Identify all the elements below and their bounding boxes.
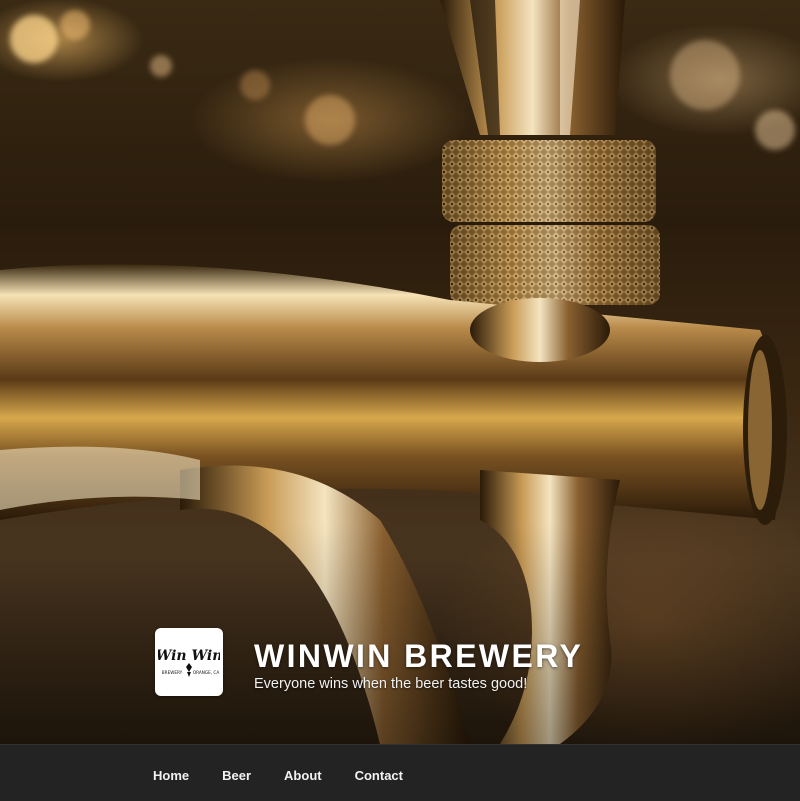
winwin-logo-icon: Win Win BREWERY ORANGE, CA xyxy=(158,648,220,677)
logo-script-text: Win Win xyxy=(158,648,220,664)
site-title[interactable]: WINWIN BREWERY xyxy=(254,638,583,674)
nav-item-home[interactable]: Home xyxy=(153,764,189,783)
main-navigation: Home Beer About Contact xyxy=(0,744,800,801)
site-tagline: Everyone wins when the beer tastes good! xyxy=(254,676,528,692)
site-text: WINWIN BREWERY Everyone wins when the be… xyxy=(254,638,583,692)
nav-item-contact[interactable]: Contact xyxy=(355,764,403,783)
site-logo[interactable]: Win Win BREWERY ORANGE, CA xyxy=(155,628,223,696)
logo-sub-left: BREWERY xyxy=(162,670,183,675)
hop-icon xyxy=(186,663,192,677)
logo-sub-right: ORANGE, CA xyxy=(193,670,220,675)
nav-menu: Home Beer About Contact xyxy=(153,745,436,801)
site-branding: Win Win BREWERY ORANGE, CA WINWIN BREWER… xyxy=(155,628,583,696)
nav-item-beer[interactable]: Beer xyxy=(222,764,251,783)
nav-item-about[interactable]: About xyxy=(284,764,322,783)
